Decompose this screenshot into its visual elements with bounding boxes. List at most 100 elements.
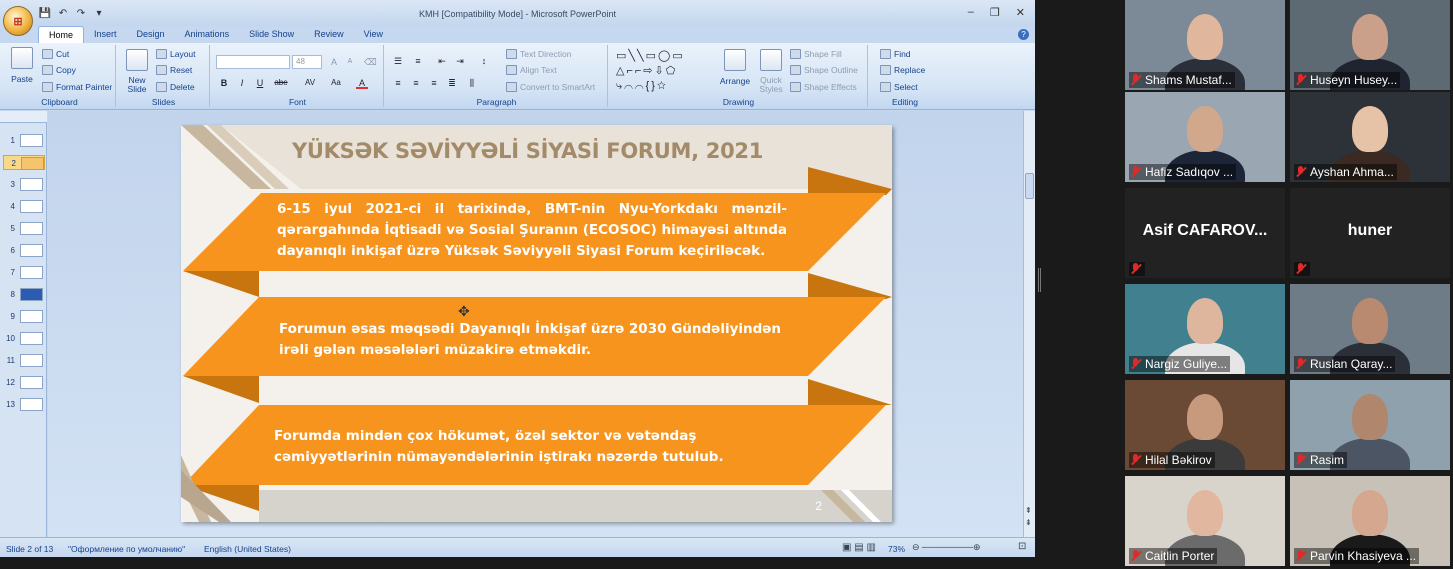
shrink-font-button[interactable]: A <box>344 56 356 68</box>
tab-insert[interactable]: Insert <box>84 26 127 43</box>
participant-tile[interactable]: Hafiz Sadıqov ... <box>1125 92 1285 182</box>
vertical-scrollbar[interactable]: ⇞ ⇟ <box>1023 111 1035 537</box>
shape-fill-button[interactable]: Shape Fill <box>790 49 842 59</box>
office-button[interactable]: ⊞ <box>3 6 33 36</box>
slide-thumbnail[interactable]: 12 <box>3 375 45 390</box>
decrease-indent-icon[interactable]: ⇤ <box>436 55 448 67</box>
slide-thumbnail[interactable]: 8 <box>3 287 45 302</box>
align-center-icon[interactable]: ≡ <box>410 77 422 89</box>
participant-name: Shams Mustaf... <box>1145 73 1232 87</box>
participant-face <box>1187 394 1223 440</box>
font-color-button[interactable]: A <box>356 77 368 89</box>
close-button[interactable]: ✕ <box>1016 6 1025 19</box>
view-buttons[interactable]: ▣ ▤ ▥ <box>842 542 876 553</box>
slide-thumbnail[interactable]: 5 <box>3 221 45 236</box>
scroll-thumb[interactable] <box>1025 173 1034 199</box>
participant-label: Hafiz Sadıqov ... <box>1129 164 1237 180</box>
slide-thumbnail[interactable]: 13 <box>3 397 45 412</box>
grow-font-button[interactable]: A <box>328 56 340 68</box>
slide[interactable]: YÜKSƏK SƏVİYYƏLİ SİYASİ FORUM, 2021 6-15… <box>181 125 892 522</box>
tab-animations[interactable]: Animations <box>175 26 240 43</box>
participant-tile[interactable]: Huseyn Husey... <box>1290 0 1450 90</box>
participant-face <box>1187 298 1223 344</box>
slide-thumbnail[interactable]: 6 <box>3 243 45 258</box>
fit-window-icon[interactable]: ⊡ <box>1018 541 1026 552</box>
columns-icon[interactable]: ⫼ <box>466 77 478 89</box>
italic-button[interactable]: I <box>236 77 248 89</box>
new-slide-button[interactable]: New Slide <box>122 49 152 94</box>
participant-tile[interactable]: Shams Mustaf... <box>1125 0 1285 90</box>
copy-button[interactable]: Copy <box>42 65 76 75</box>
participant-tile[interactable]: Ruslan Qaray... <box>1290 284 1450 374</box>
delete-button[interactable]: Delete <box>156 82 195 92</box>
participant-tile[interactable]: Nargiz Guliye... <box>1125 284 1285 374</box>
clear-format-icon[interactable]: ⌫ <box>364 56 377 68</box>
participant-tile[interactable]: Hilal Bəkirov <box>1125 380 1285 470</box>
participant-tile[interactable]: Rasim <box>1290 380 1450 470</box>
format-painter-button[interactable]: Format Painter <box>42 82 112 92</box>
language[interactable]: English (United States) <box>204 544 291 554</box>
font-group: 48 A A ⌫ B I U abe AV Aa A Font <box>212 45 384 107</box>
slide-thumbnail[interactable]: 1 <box>3 133 45 148</box>
find-button[interactable]: Find <box>880 49 911 59</box>
numbering-icon[interactable]: ≡ <box>412 55 424 67</box>
prev-slide-icon[interactable]: ⇞ <box>1025 506 1032 515</box>
paste-button[interactable]: Paste <box>8 47 36 84</box>
zoom-level[interactable]: 73% <box>888 544 905 554</box>
participant-tile[interactable]: huner <box>1290 188 1450 278</box>
next-slide-icon[interactable]: ⇟ <box>1025 518 1032 527</box>
participant-tile[interactable]: Parvin Khasiyeva ... <box>1290 476 1450 566</box>
muted-mic-icon <box>1130 358 1142 370</box>
change-case-button[interactable]: Aa <box>328 77 344 89</box>
slide-thumbnail[interactable]: 11 <box>3 353 45 368</box>
replace-button[interactable]: Replace <box>880 65 925 75</box>
cut-button[interactable]: Cut <box>42 49 69 59</box>
tab-review[interactable]: Review <box>304 26 354 43</box>
slide-thumbnail[interactable]: 9 <box>3 309 45 324</box>
shape-effects-button[interactable]: Shape Effects <box>790 82 857 92</box>
bold-button[interactable]: B <box>218 77 230 89</box>
select-button[interactable]: Select <box>880 82 918 92</box>
slide-thumbnail[interactable]: 10 <box>3 331 45 346</box>
slide-thumbnail[interactable]: 2 <box>3 155 45 170</box>
tab-home[interactable]: Home <box>38 26 85 43</box>
slide-thumbnail[interactable]: 4 <box>3 199 45 214</box>
pane-splitter[interactable] <box>1038 268 1041 292</box>
minimize-button[interactable]: ‒ <box>968 6 974 19</box>
strikethrough-button[interactable]: abe <box>272 77 290 89</box>
align-text-button[interactable]: Align Text <box>506 65 557 75</box>
shape-outline-button[interactable]: Shape Outline <box>790 65 858 75</box>
layout-button[interactable]: Layout <box>156 49 196 59</box>
bullets-icon[interactable]: ☰ <box>392 55 404 67</box>
spacing-button[interactable]: AV <box>302 77 318 89</box>
tab-slide-show[interactable]: Slide Show <box>239 26 304 43</box>
underline-button[interactable]: U <box>254 77 266 89</box>
increase-indent-icon[interactable]: ⇥ <box>454 55 466 67</box>
line-spacing-icon[interactable]: ↕ <box>478 55 490 67</box>
participant-tile[interactable]: Caitlin Porter <box>1125 476 1285 566</box>
convert-smartart-button[interactable]: Convert to SmartArt <box>506 82 595 92</box>
arrange-button[interactable]: Arrange <box>720 49 750 86</box>
font-size-box[interactable]: 48 <box>292 55 322 69</box>
restore-button[interactable]: ❐ <box>990 6 1000 19</box>
slide-thumbnail-number: 13 <box>6 400 15 409</box>
participant-tile[interactable]: Asif CAFAROV... <box>1125 188 1285 278</box>
zoom-slider[interactable]: ⊖ ────────⊕ <box>912 542 1012 552</box>
text-direction-button[interactable]: Text Direction <box>506 49 572 59</box>
tab-design[interactable]: Design <box>127 26 175 43</box>
participant-tile[interactable]: Ayshan Ahma... <box>1290 92 1450 182</box>
pane-tabs[interactable] <box>0 111 47 123</box>
help-icon[interactable]: ? <box>1018 29 1029 40</box>
shapes-gallery[interactable]: ▭╲╲▭◯▭ △⌐⌐⇨⇩⬠ ⤷⌒⌒{}☆ <box>616 49 712 95</box>
justify-icon[interactable]: ≣ <box>446 77 458 89</box>
banner-3-text: Forumda mindən çox hökumət, özəl sektor … <box>274 428 724 465</box>
slide-thumbnail[interactable]: 3 <box>3 177 45 192</box>
slide-thumbnail[interactable]: 7 <box>3 265 45 280</box>
muted-mic-icon <box>1295 550 1307 562</box>
quick-styles-button[interactable]: Quick Styles <box>756 49 786 94</box>
tab-view[interactable]: View <box>354 26 393 43</box>
font-name-box[interactable] <box>216 55 290 69</box>
reset-button[interactable]: Reset <box>156 65 192 75</box>
align-right-icon[interactable]: ≡ <box>428 77 440 89</box>
align-left-icon[interactable]: ≡ <box>392 77 404 89</box>
